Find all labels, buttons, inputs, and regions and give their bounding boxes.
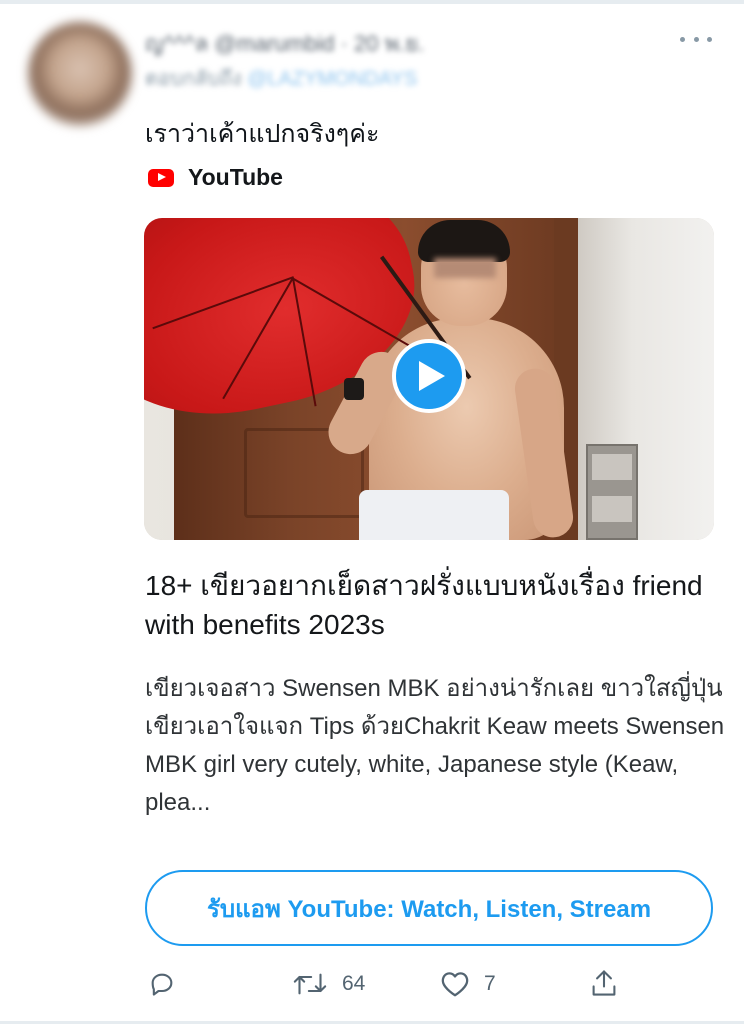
reply-context-label: ตอบกลับถึง	[145, 68, 242, 90]
retweet-count: 64	[342, 972, 366, 995]
retweet-button[interactable]: 64	[292, 970, 365, 998]
top-divider	[0, 0, 744, 4]
avatar[interactable]	[28, 22, 132, 126]
play-button[interactable]	[392, 339, 466, 413]
youtube-logo-icon	[148, 168, 174, 187]
card-description: เขียวเจอสาว Swensen MBK อย่างน่ารักเลย ข…	[145, 675, 725, 816]
get-app-button[interactable]: รับแอพ YouTube: Watch, Listen, Stream	[145, 870, 713, 946]
card-source-label: YouTube	[188, 164, 283, 190]
play-icon	[418, 361, 445, 391]
card-source[interactable]: YouTube	[148, 164, 283, 191]
share-button[interactable]	[590, 968, 632, 998]
reply-icon	[151, 973, 173, 996]
tweet-text: เราว่าเค้าแปกจริงๆค่ะ	[145, 120, 380, 148]
more-horizontal-icon	[680, 36, 685, 42]
more-options-button[interactable]	[680, 30, 712, 48]
like-button[interactable]: 7	[440, 970, 496, 998]
retweet-icon	[293, 973, 327, 995]
share-icon	[592, 970, 616, 996]
reply-context: ตอบกลับถึง @LAZYMONDAYS	[145, 62, 595, 90]
reply-mention-link[interactable]: @LAZYMONDAYS	[247, 68, 417, 90]
video-thumbnail[interactable]	[144, 218, 714, 540]
like-count: 7	[484, 972, 496, 995]
author-name[interactable]: ญ^^^ล @marumbid · 20 พ.ย.	[145, 26, 565, 56]
tweet-actions: 64 7	[0, 966, 744, 1008]
card-title[interactable]: 18+ เขียวอยากเย็ดสาวฝรั่งแบบหนังเรื่อง f…	[145, 566, 720, 644]
heart-icon	[441, 972, 469, 997]
reply-button[interactable]	[148, 970, 190, 998]
